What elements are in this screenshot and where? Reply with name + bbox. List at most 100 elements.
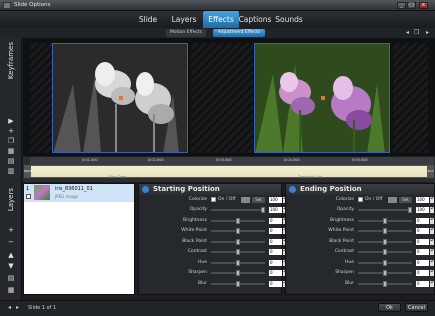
end-adjustment-value[interactable]: 0	[416, 238, 429, 245]
start-keyframe-marker[interactable]: Start	[24, 165, 31, 178]
end-adjustment-slider[interactable]	[358, 207, 412, 213]
start-adjustment-slider[interactable]	[211, 249, 265, 255]
start-adjustment-value[interactable]: 0	[269, 280, 282, 287]
next-slide-icon[interactable]: ▸	[14, 304, 21, 311]
start-adjustment-slider[interactable]	[211, 270, 265, 276]
tab-effects[interactable]: Effects	[203, 11, 239, 28]
play-icon[interactable]: ▶	[7, 117, 15, 125]
layer-settings-icon[interactable]: ▤	[7, 274, 15, 282]
end-colorize-spinner[interactable]: ▴▾	[430, 197, 434, 203]
close-button[interactable]: x	[419, 2, 428, 9]
end-adjustment-spinner[interactable]: ▴▾	[430, 207, 434, 213]
slider-knob[interactable]	[261, 207, 265, 213]
end-adjustment-spinner[interactable]: ▴▾	[430, 259, 434, 266]
start-adjustment-slider[interactable]	[211, 238, 265, 245]
ok-button[interactable]: Ok	[378, 303, 401, 312]
start-adjustment-slider[interactable]	[211, 259, 265, 266]
end-adjustment-value[interactable]: 0	[416, 249, 429, 255]
end-adjustment-slider[interactable]	[358, 217, 412, 224]
slider-knob[interactable]	[383, 238, 387, 245]
end-colorize-value[interactable]: 100	[416, 197, 429, 203]
start-colorize-checkbox[interactable]	[211, 197, 216, 202]
end-adjustment-value[interactable]: 0	[416, 217, 429, 224]
slider-knob[interactable]	[236, 270, 240, 276]
slider-knob[interactable]	[236, 217, 240, 224]
subtab-adjustment-effects[interactable]: Adjustment Effects	[213, 29, 265, 37]
end-adjustment-spinner[interactable]: ▴▾	[430, 270, 434, 276]
end-adjustment-value[interactable]: 100	[416, 207, 429, 213]
end-adjustment-slider[interactable]	[358, 249, 412, 255]
end-adjustment-value[interactable]: 0	[416, 228, 429, 234]
settings-icon[interactable]: ▤	[7, 157, 15, 165]
tab-slide[interactable]: Slide	[128, 11, 168, 28]
start-adjustment-value[interactable]: 0	[269, 238, 282, 245]
minimize-button[interactable]: _	[397, 2, 406, 9]
grid-icon[interactable]: ▦	[7, 147, 15, 155]
slider-knob[interactable]	[236, 228, 240, 234]
end-color-swatch[interactable]	[388, 197, 397, 203]
remove-layer-icon[interactable]: −	[7, 238, 15, 246]
arrow-left-icon[interactable]: ◂	[404, 29, 411, 36]
end-keyframe-marker[interactable]: End	[427, 165, 434, 178]
start-adjustment-value[interactable]: 0	[269, 249, 282, 255]
end-adjustment-spinner[interactable]: ▴▾	[430, 217, 434, 224]
start-adjustment-slider[interactable]	[211, 217, 265, 224]
previous-slide-icon[interactable]: ◂	[6, 304, 13, 311]
end-adjustment-value[interactable]: 0	[416, 280, 429, 287]
slider-knob[interactable]	[383, 217, 387, 224]
start-color-swatch[interactable]	[241, 197, 250, 203]
end-adjustment-spinner[interactable]: ▴▾	[430, 249, 434, 255]
end-adjustment-spinner[interactable]: ▴▾	[430, 280, 434, 287]
end-adjustment-slider[interactable]	[358, 228, 412, 234]
slider-knob[interactable]	[408, 207, 412, 213]
end-adjustment-slider[interactable]	[358, 238, 412, 245]
move-up-icon[interactable]: ▲	[7, 251, 15, 259]
copy-keyframe-icon[interactable]: ❐	[7, 137, 15, 145]
slider-knob[interactable]	[236, 259, 240, 266]
start-adjustment-value[interactable]: 0	[269, 228, 282, 234]
slider-knob[interactable]	[383, 259, 387, 266]
start-set-button[interactable]: Set	[252, 197, 265, 203]
slider-knob[interactable]	[383, 228, 387, 234]
tab-sounds[interactable]: Sounds	[272, 11, 306, 28]
start-adjustment-value[interactable]: 0	[269, 217, 282, 224]
add-keyframe-icon[interactable]: +	[7, 127, 15, 135]
maximize-button[interactable]: □	[407, 2, 416, 9]
end-preview-image[interactable]	[254, 43, 390, 153]
slider-knob[interactable]	[383, 280, 387, 287]
tab-layers[interactable]: Layers	[166, 11, 202, 28]
slider-knob[interactable]	[383, 270, 387, 276]
end-adjustment-value[interactable]: 0	[416, 259, 429, 266]
start-adjustment-value[interactable]: 0	[269, 259, 282, 266]
layer-grid-icon[interactable]: ▦	[7, 286, 15, 294]
cancel-button[interactable]: Cancel	[405, 303, 428, 312]
end-adjustment-value[interactable]: 0	[416, 270, 429, 276]
end-adjustment-slider[interactable]	[358, 270, 412, 276]
end-adjustment-slider[interactable]	[358, 259, 412, 266]
slider-knob[interactable]	[236, 249, 240, 255]
slider-knob[interactable]	[236, 280, 240, 287]
add-layer-icon[interactable]: +	[7, 226, 15, 234]
layer-visible-checkbox[interactable]	[26, 194, 31, 199]
end-colorize-checkbox[interactable]	[358, 197, 363, 202]
start-adjustment-slider[interactable]	[211, 228, 265, 234]
keyframe-tool-icon[interactable]: ▥	[7, 167, 15, 175]
slider-knob[interactable]	[383, 249, 387, 255]
start-adjustment-slider[interactable]	[211, 280, 265, 287]
end-adjustment-spinner[interactable]: ▴▾	[430, 228, 434, 234]
tab-captions[interactable]: Captions	[238, 11, 272, 28]
start-colorize-value[interactable]: 100	[269, 197, 282, 203]
end-adjustment-slider[interactable]	[358, 280, 412, 287]
arrow-right-icon[interactable]: ▸	[424, 29, 431, 36]
start-preview-image[interactable]	[52, 43, 188, 153]
start-adjustment-value[interactable]: 100	[269, 207, 282, 213]
slider-knob[interactable]	[236, 238, 240, 245]
start-adjustment-value[interactable]: 0	[269, 270, 282, 276]
move-down-icon[interactable]: ▼	[7, 262, 15, 270]
end-adjustment-spinner[interactable]: ▴▾	[430, 238, 434, 245]
copy-icon[interactable]: ❐	[413, 29, 420, 36]
slide-time-bar[interactable]	[30, 165, 434, 178]
end-set-button[interactable]: Set	[399, 197, 412, 203]
subtab-motion-effects[interactable]: Motion Effects	[166, 29, 206, 37]
start-adjustment-slider[interactable]	[211, 207, 265, 213]
